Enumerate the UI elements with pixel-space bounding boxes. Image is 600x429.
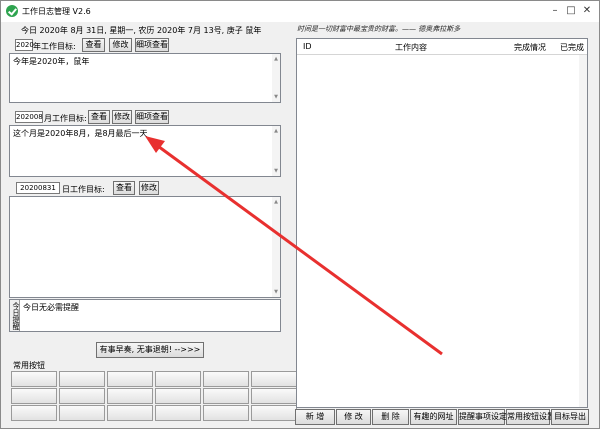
main-window: 工作日志管理 V2.6 – □ ✕ 今日 2020年 8月 31日, 星期一, … [0,0,600,429]
arrow-shaft [150,139,443,356]
annotation-arrow [145,136,443,356]
